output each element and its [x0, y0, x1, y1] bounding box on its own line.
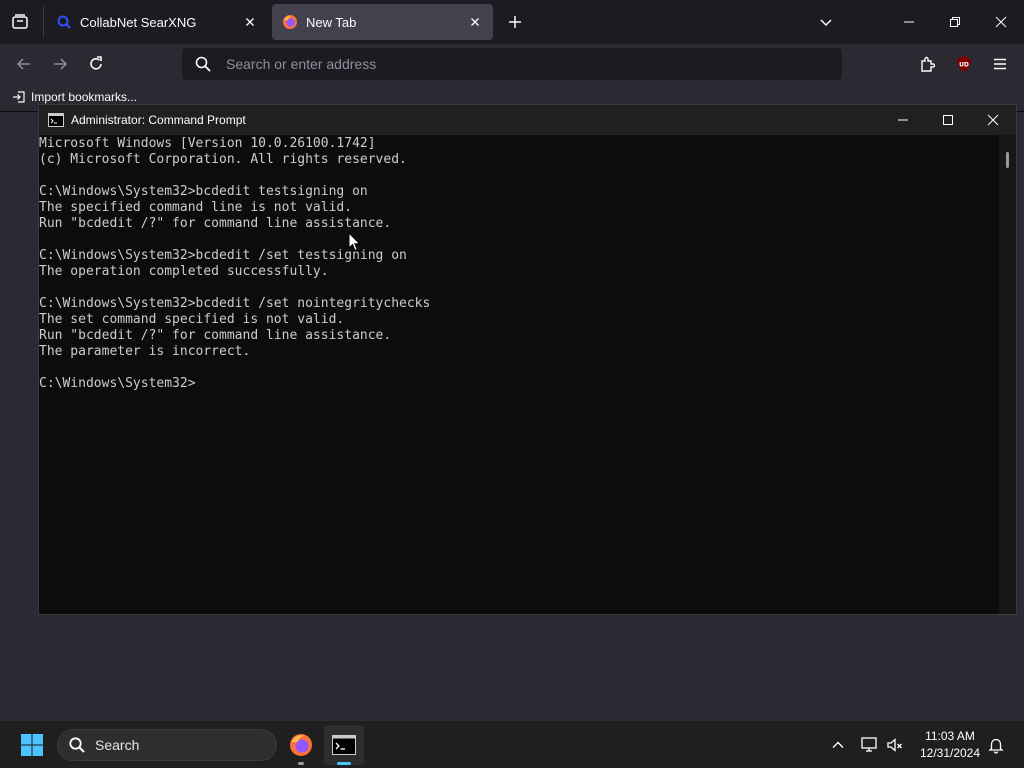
- close-icon: [995, 16, 1007, 28]
- svg-text:UD: UD: [959, 62, 969, 69]
- url-bar[interactable]: [182, 48, 842, 80]
- puzzle-piece-icon: [921, 56, 936, 72]
- close-tab-icon[interactable]: [467, 14, 483, 30]
- tab-label: New Tab: [306, 14, 357, 30]
- cmd-maximize-button[interactable]: [925, 105, 971, 135]
- running-indicator: [298, 762, 304, 765]
- console-line: Microsoft Windows [Version 10.0.26100.17…: [39, 136, 376, 151]
- cmd-close-button[interactable]: [970, 105, 1016, 135]
- console-line: C:\Windows\System32>bcdedit testsigning …: [39, 184, 368, 199]
- tab-strip: CollabNet SearXNG New Tab: [0, 0, 1024, 44]
- volume-button[interactable]: [885, 735, 905, 755]
- plus-icon: [509, 16, 521, 28]
- windows-logo-icon: [21, 734, 43, 756]
- chevron-up-icon: [832, 741, 844, 748]
- active-indicator: [337, 762, 351, 765]
- forward-button[interactable]: [48, 52, 72, 76]
- taskbar-search-label: Search: [95, 737, 140, 753]
- search-icon: [195, 56, 211, 72]
- back-button[interactable]: [12, 52, 36, 76]
- firefox-icon: [283, 15, 297, 29]
- console-line: (c) Microsoft Corporation. All rights re…: [39, 152, 407, 167]
- tab-label: CollabNet SearXNG: [80, 14, 197, 30]
- console-line: The operation completed successfully.: [39, 264, 329, 279]
- taskbar-command-prompt[interactable]: [324, 725, 364, 765]
- import-bookmarks-label: Import bookmarks...: [31, 90, 138, 104]
- taskbar-firefox[interactable]: [281, 725, 321, 765]
- console-line: C:\Windows\System32>: [39, 376, 196, 391]
- console-line: The parameter is incorrect.: [39, 344, 251, 359]
- console-line: Run "bcdedit /?" for command line assist…: [39, 216, 392, 231]
- restore-icon: [950, 17, 960, 27]
- console-output[interactable]: Microsoft Windows [Version 10.0.26100.17…: [39, 135, 999, 614]
- start-button[interactable]: [14, 729, 50, 761]
- minimize-button[interactable]: [886, 0, 932, 44]
- import-icon: [13, 91, 25, 103]
- new-tab-button[interactable]: [503, 10, 527, 34]
- console-line: The set command specified is not valid.: [39, 312, 345, 327]
- ublock-extension-button[interactable]: UD: [952, 52, 976, 76]
- notifications-button[interactable]: [986, 735, 1006, 755]
- network-ethernet-icon: [861, 737, 877, 752]
- firefox-icon: [290, 734, 312, 756]
- console-line: Run "bcdedit /?" for command line assist…: [39, 328, 392, 343]
- console-scrollbar[interactable]: [999, 135, 1016, 614]
- scrollbar-thumb[interactable]: [1006, 152, 1009, 168]
- firefox-view-icon: [12, 14, 28, 29]
- hamburger-menu-icon: [994, 58, 1006, 70]
- minimize-icon: [898, 119, 908, 121]
- searxng-icon: [57, 15, 71, 29]
- reload-icon: [90, 56, 102, 70]
- tab-separator: [43, 6, 44, 38]
- app-menu-button[interactable]: [988, 52, 1012, 76]
- address-input[interactable]: [226, 56, 842, 72]
- network-status-button[interactable]: [859, 735, 879, 755]
- show-hidden-icons-button[interactable]: [828, 735, 848, 755]
- list-all-tabs-button[interactable]: [814, 10, 838, 34]
- tab-new-tab[interactable]: New Tab: [272, 4, 493, 40]
- clock-date: 12/31/2024: [919, 746, 981, 760]
- mouse-pointer-icon: [348, 232, 361, 252]
- speaker-muted-icon: [887, 738, 902, 752]
- console-line: C:\Windows\System32>bcdedit /set nointeg…: [39, 296, 431, 311]
- back-arrow-icon: [16, 58, 30, 70]
- command-prompt-icon: [48, 113, 64, 127]
- close-window-button[interactable]: [978, 0, 1024, 44]
- bell-icon: [988, 738, 1004, 754]
- minimize-icon: [904, 21, 914, 23]
- cmd-title-bar[interactable]: Administrator: Command Prompt: [39, 105, 1016, 135]
- forward-arrow-icon: [54, 58, 68, 70]
- close-icon: [987, 114, 999, 126]
- reload-button[interactable]: [84, 52, 108, 76]
- cmd-title: Administrator: Command Prompt: [71, 113, 246, 127]
- clock-time: 11:03 AM: [925, 729, 975, 743]
- search-icon: [69, 737, 85, 753]
- firefox-view-button[interactable]: [8, 10, 32, 34]
- console-line: The specified command line is not valid.: [39, 200, 353, 215]
- import-bookmarks-button[interactable]: Import bookmarks...: [12, 90, 137, 104]
- ublock-origin-icon: UD: [957, 56, 971, 72]
- windows-taskbar: Search 11:03 AM 12/31/2024: [0, 720, 1024, 768]
- command-prompt-window[interactable]: Administrator: Command Prompt Microsoft …: [38, 104, 1017, 615]
- system-clock[interactable]: 11:03 AM 12/31/2024: [912, 728, 988, 762]
- maximize-icon: [943, 115, 953, 125]
- navigation-toolbar: UD: [0, 44, 1024, 84]
- chevron-down-icon: [820, 19, 832, 27]
- restore-button[interactable]: [932, 0, 978, 44]
- tab-searxng[interactable]: CollabNet SearXNG: [46, 4, 268, 40]
- close-tab-icon[interactable]: [242, 14, 258, 30]
- taskbar-search-box[interactable]: Search: [57, 729, 277, 761]
- cmd-minimize-button[interactable]: [880, 105, 926, 135]
- command-prompt-icon: [332, 735, 356, 755]
- extensions-button[interactable]: [916, 52, 940, 76]
- console-line: C:\Windows\System32>bcdedit /set testsig…: [39, 248, 407, 263]
